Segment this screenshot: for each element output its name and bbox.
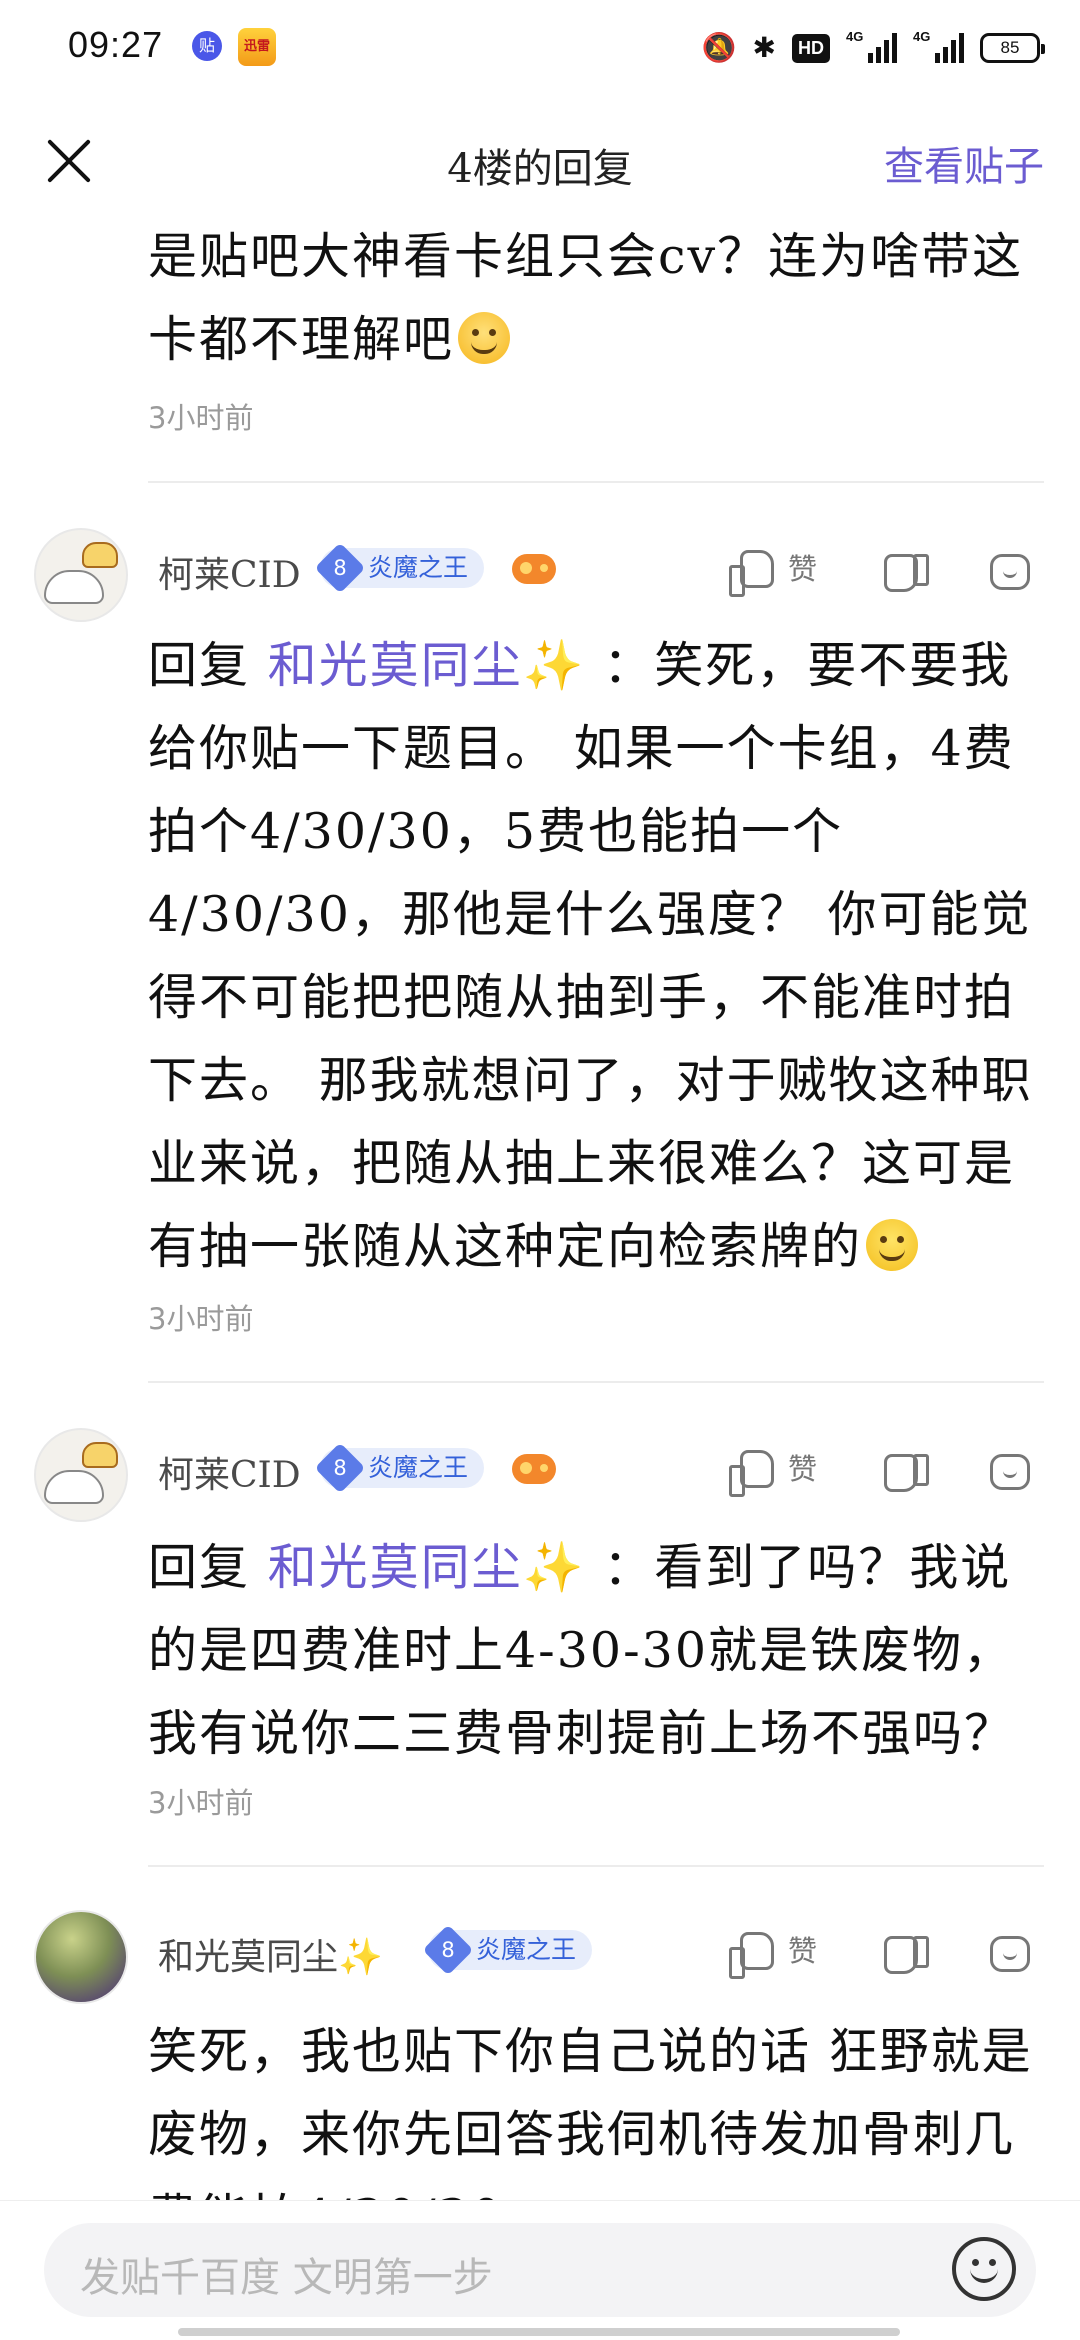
level-number-badge: 8	[314, 542, 366, 594]
status-time: 09:27	[68, 24, 164, 65]
level-badge: 8 炎魔之王	[314, 542, 485, 594]
top-comment-body: 是贴吧大神看卡组只会cv？连为啥带这卡都不理解吧	[148, 228, 1024, 368]
bluetooth-icon: ✱	[752, 32, 776, 63]
top-bar: 4楼的回复 查看贴子	[0, 110, 1080, 210]
timestamp: 3小时前	[148, 401, 254, 435]
username[interactable]: 柯莱CID	[158, 1446, 301, 1498]
like-icon[interactable]	[729, 550, 774, 597]
signal-1-label: 4G	[846, 29, 864, 44]
like-icon[interactable]	[729, 1450, 774, 1497]
avatar[interactable]	[34, 1428, 128, 1522]
level-badge: 8 炎魔之王	[422, 1924, 593, 1976]
reply-input-placeholder: 发贴千百度 文明第一步	[80, 2255, 493, 2301]
mention-link[interactable]: 和光莫同尘	[268, 1539, 523, 1596]
divider	[148, 1865, 1044, 1867]
dislike-icon[interactable]	[884, 554, 929, 592]
emoji-picker-icon[interactable]	[952, 2237, 1016, 2301]
smiling-emoji-icon	[866, 1219, 919, 1271]
dislike-icon[interactable]	[884, 1936, 929, 1974]
divider	[148, 1381, 1044, 1383]
xunlei-app-icon: 迅雷	[238, 28, 276, 66]
mention-link[interactable]: 和光莫同尘	[268, 637, 523, 694]
hd-icon: HD	[792, 33, 830, 63]
mute-icon: 🔕	[701, 32, 737, 63]
view-post-link[interactable]: 查看贴子	[884, 134, 1044, 192]
username[interactable]: 柯莱CID	[158, 546, 301, 598]
reply-prefix: 回复	[148, 1539, 251, 1596]
comment-body: ：笑死，要不要我给你贴一下题目。 如果一个卡组，4费拍个4/30/30，5费也能…	[148, 637, 1033, 1275]
username[interactable]: 和光莫同尘✨	[158, 1928, 383, 1980]
home-indicator[interactable]	[178, 2328, 900, 2336]
like-label[interactable]: 赞	[788, 1446, 817, 1488]
like-label[interactable]: 赞	[788, 1928, 817, 1970]
top-comment-text: 是贴吧大神看卡组只会cv？连为啥带这卡都不理解吧	[148, 215, 1048, 381]
divider	[148, 481, 1044, 483]
level-title: 炎魔之王	[368, 1453, 469, 1482]
gamepad-icon	[512, 1454, 556, 1484]
level-title: 炎魔之王	[368, 553, 469, 582]
like-icon[interactable]	[729, 1932, 774, 1979]
signal-icon: 4G	[913, 29, 964, 63]
battery-icon: 85	[980, 33, 1045, 63]
comment-text: 回复 和光莫同尘✨ ：看到了吗？我说的是四费准时上4-30-30就是铁废物，我有…	[148, 1526, 1048, 1775]
reply-icon[interactable]	[990, 1454, 1030, 1490]
reply-bar: 发贴千百度 文明第一步	[0, 2200, 1080, 2340]
level-number-badge: 8	[314, 1442, 366, 1494]
signal-icon: 4G	[846, 29, 897, 63]
tieba-app-icon: 贴	[192, 31, 222, 61]
dislike-icon[interactable]	[884, 1454, 929, 1492]
reply-input[interactable]: 发贴千百度 文明第一步	[44, 2223, 1036, 2317]
reply-prefix: 回复	[148, 637, 251, 694]
timestamp: 3小时前	[148, 1786, 254, 1820]
avatar[interactable]	[34, 528, 128, 622]
status-icons: 🔕 ✱ HD 4G 4G 85	[701, 24, 1045, 72]
reply-icon[interactable]	[990, 554, 1030, 590]
avatar[interactable]	[34, 1910, 128, 2004]
grinning-emoji-icon	[458, 312, 511, 364]
comment-text: 回复 和光莫同尘✨ ：笑死，要不要我给你贴一下题目。 如果一个卡组，4费拍个4/…	[148, 624, 1048, 1288]
status-bar: 09:27 贴 迅雷 🔕 ✱ HD 4G 4G 85	[0, 0, 1080, 96]
level-number-badge: 8	[422, 1924, 474, 1976]
reply-icon[interactable]	[990, 1936, 1030, 1972]
signal-2-label: 4G	[913, 29, 931, 44]
timestamp: 3小时前	[148, 1302, 254, 1336]
like-label[interactable]: 赞	[788, 546, 817, 588]
sparkle-emoji: ✨	[522, 637, 586, 694]
level-badge: 8 炎魔之王	[314, 1442, 485, 1494]
gamepad-icon	[512, 554, 556, 584]
sparkle-emoji: ✨	[522, 1539, 586, 1596]
level-title: 炎魔之王	[476, 1935, 577, 1964]
